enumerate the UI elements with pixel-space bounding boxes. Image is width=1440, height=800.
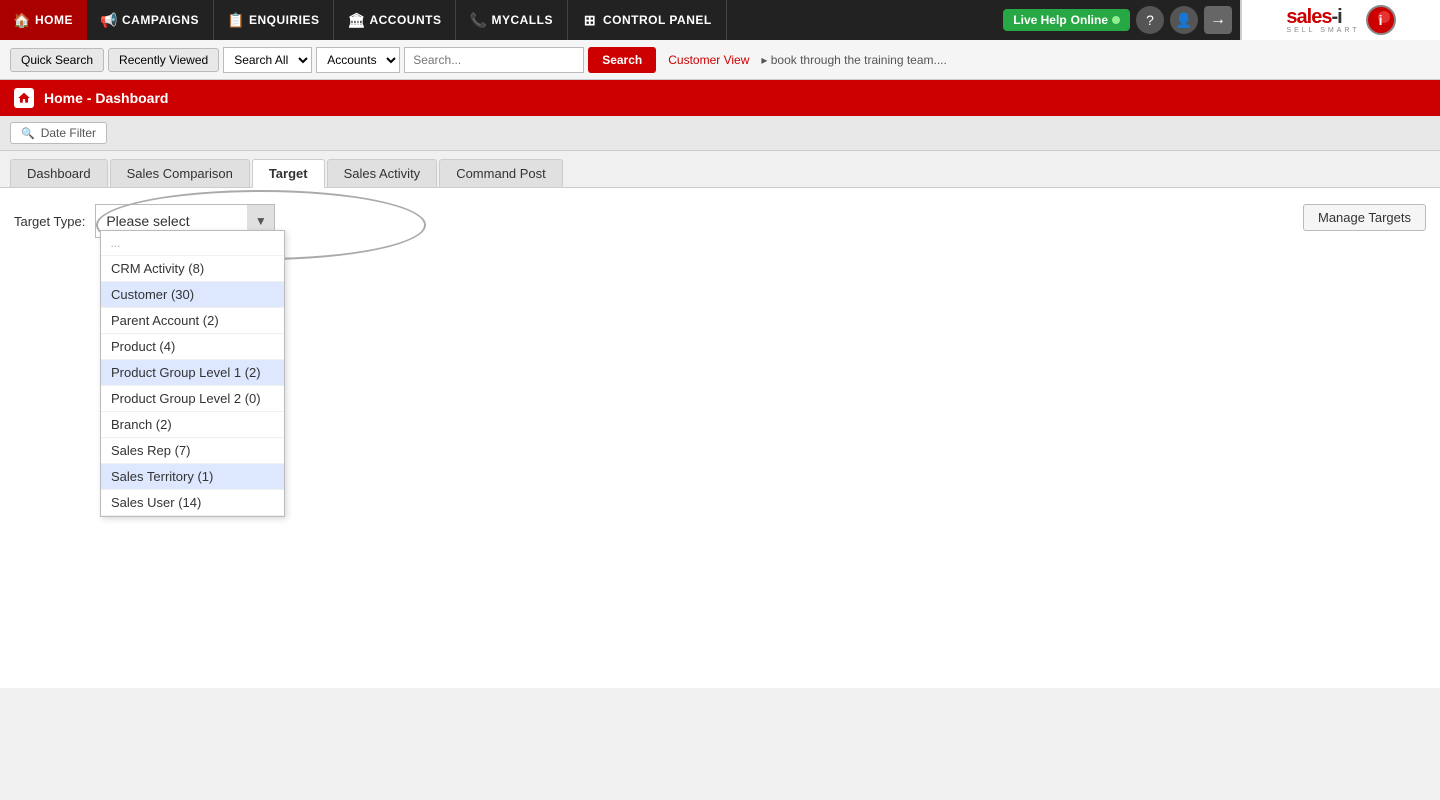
filter-bar: 🔍 Date Filter bbox=[0, 116, 1440, 151]
date-filter-button[interactable]: 🔍 Date Filter bbox=[10, 122, 107, 144]
salesi-logo-circle: i bbox=[1366, 5, 1396, 35]
target-type-label: Target Type: bbox=[14, 214, 85, 229]
tab-command-post[interactable]: Command Post bbox=[439, 159, 563, 187]
nav-enquiries[interactable]: 📋 ENQUIRIES bbox=[214, 0, 335, 40]
top-navigation: 🏠 HOME 📢 CAMPAIGNS 📋 ENQUIRIES 🏛 ACCOUNT… bbox=[0, 0, 1440, 40]
live-help-button[interactable]: Live Help Online bbox=[1003, 9, 1130, 31]
controlpanel-icon: ⊞ bbox=[582, 12, 598, 28]
tab-sales-comparison[interactable]: Sales Comparison bbox=[110, 159, 250, 187]
main-content: Manage Targets Target Type: Please selec… bbox=[0, 188, 1440, 688]
home-icon: 🏠 bbox=[14, 12, 30, 28]
training-link[interactable]: book through the training team.... bbox=[761, 53, 946, 67]
live-status-dot bbox=[1112, 16, 1120, 24]
mycalls-icon: 📞 bbox=[470, 12, 486, 28]
accounts-icon: 🏛 bbox=[348, 12, 364, 28]
home-breadcrumb-icon bbox=[14, 88, 34, 108]
list-item-customer[interactable]: Customer (30) bbox=[101, 282, 284, 308]
breadcrumb-label: Home - Dashboard bbox=[44, 90, 168, 106]
quick-search-button[interactable]: Quick Search bbox=[10, 48, 104, 72]
recently-viewed-button[interactable]: Recently Viewed bbox=[108, 48, 219, 72]
list-item-product[interactable]: Product (4) bbox=[101, 334, 284, 360]
salesi-logo: sales-i SELL SMART i bbox=[1240, 0, 1440, 40]
list-item-product-group-level-1[interactable]: Product Group Level 1 (2) bbox=[101, 360, 284, 386]
tabs-bar: Dashboard Sales Comparison Target Sales … bbox=[0, 151, 1440, 188]
user-button[interactable]: 👤 bbox=[1170, 6, 1198, 34]
forward-button[interactable]: → bbox=[1204, 6, 1232, 34]
top-nav-right: Live Help Online ? 👤 → bbox=[1003, 6, 1240, 34]
search-scope-select[interactable]: Search All Accounts bbox=[223, 47, 312, 73]
enquiries-icon: 📋 bbox=[228, 12, 244, 28]
list-item-sales-territory[interactable]: Sales Territory (1) bbox=[101, 464, 284, 490]
tab-sales-activity[interactable]: Sales Activity bbox=[327, 159, 438, 187]
list-item-branch[interactable]: Branch (2) bbox=[101, 412, 284, 438]
target-type-dropdown-list: ... CRM Activity (8) Customer (30) Paren… bbox=[100, 230, 285, 517]
help-button[interactable]: ? bbox=[1136, 6, 1164, 34]
search-go-button[interactable]: Search bbox=[588, 47, 656, 73]
tab-target[interactable]: Target bbox=[252, 159, 325, 188]
accounts-dropdown-group: Accounts bbox=[316, 47, 400, 73]
customer-view-link[interactable]: Customer View bbox=[668, 53, 749, 67]
nav-accounts[interactable]: 🏛 ACCOUNTS bbox=[334, 0, 456, 40]
campaigns-icon: 📢 bbox=[101, 12, 117, 28]
list-item-sales-rep[interactable]: Sales Rep (7) bbox=[101, 438, 284, 464]
list-item[interactable]: ... bbox=[101, 231, 284, 256]
breadcrumb-bar: Home - Dashboard bbox=[0, 80, 1440, 116]
nav-mycalls[interactable]: 📞 MYCALLS bbox=[456, 0, 568, 40]
list-item-parent-account[interactable]: Parent Account (2) bbox=[101, 308, 284, 334]
list-item-crm-activity[interactable]: CRM Activity (8) bbox=[101, 256, 284, 282]
list-item-product-group-level-2[interactable]: Product Group Level 2 (0) bbox=[101, 386, 284, 412]
search-filter-icon: 🔍 bbox=[21, 127, 35, 140]
list-item-sales-user[interactable]: Sales User (14) bbox=[101, 490, 284, 516]
accounts-select[interactable]: Accounts bbox=[316, 47, 400, 73]
tab-dashboard[interactable]: Dashboard bbox=[10, 159, 108, 187]
nav-home[interactable]: 🏠 HOME bbox=[0, 0, 87, 40]
search-bar: Quick Search Recently Viewed Search All … bbox=[0, 40, 1440, 80]
search-dropdown-group: Search All Accounts bbox=[223, 47, 312, 73]
nav-campaigns[interactable]: 📢 CAMPAIGNS bbox=[87, 0, 214, 40]
search-input[interactable] bbox=[404, 47, 584, 73]
nav-controlpanel[interactable]: ⊞ CONTROL PANEL bbox=[568, 0, 727, 40]
